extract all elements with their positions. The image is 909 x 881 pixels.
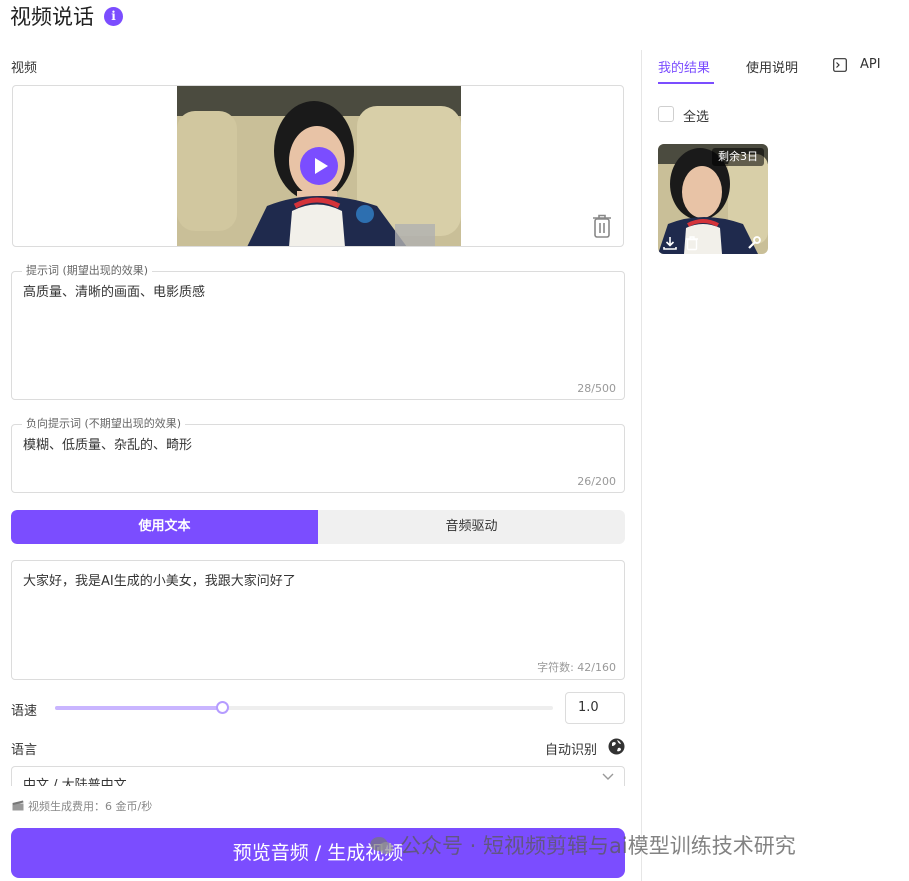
select-all-label[interactable]: 全选 [683, 106, 709, 125]
cost-note: 视频生成费用：6 金币/秒 [12, 798, 152, 814]
prompt-field[interactable]: 提示词 (期望出现的效果) 高质量、清晰的画面、电影质感 28/500 [11, 264, 625, 400]
auto-detect-label[interactable]: 自动识别 [545, 739, 597, 758]
expiry-badge: 剩余3日 [712, 148, 764, 166]
speed-label: 语速 [11, 704, 38, 719]
play-button[interactable] [300, 147, 338, 185]
negative-prompt-field[interactable]: 负向提示词 (不期望出现的效果) 模糊、低质量、杂乱的、畸形 26/200 [11, 417, 625, 493]
language-label: 语言 [11, 743, 38, 758]
active-tab-indicator [658, 82, 714, 84]
tab-use-text[interactable]: 使用文本 [11, 510, 318, 544]
language-select[interactable]: 中文 / 大陆普中文 [11, 766, 625, 786]
prompt-legend: 提示词 (期望出现的效果) [22, 264, 153, 278]
speed-slider-thumb[interactable] [215, 701, 229, 714]
terminal-icon [833, 58, 847, 72]
select-all-checkbox[interactable] [658, 106, 674, 122]
delete-video-button[interactable] [590, 213, 614, 239]
speed-slider-fill [55, 706, 222, 710]
tab-instructions[interactable]: 使用说明 [746, 57, 798, 76]
watermark-text: 公众号 · 短视频剪辑与ai模型训练技术研究 [400, 834, 796, 858]
tab-api[interactable]: API [860, 57, 881, 72]
language-select-value: 中文 / 大陆普中文 [23, 778, 127, 786]
page-title: 视频说话 [10, 5, 94, 29]
speech-text-value[interactable]: 大家好，我是AI生成的小美女，我跟大家问好了 [23, 570, 296, 589]
negative-prompt-counter: 26/200 [577, 475, 616, 488]
clapper-icon [12, 800, 24, 811]
prompt-counter: 28/500 [577, 382, 616, 395]
card-actions [658, 232, 768, 254]
chevron-down-icon [602, 773, 614, 780]
negative-prompt-legend: 负向提示词 (不期望出现的效果) [22, 417, 186, 431]
video-label: 视频 [11, 61, 38, 76]
result-card[interactable]: 剩余3日 [658, 144, 768, 254]
video-upload-box[interactable] [12, 85, 624, 247]
tab-my-results[interactable]: 我的结果 [658, 57, 710, 76]
download-icon[interactable] [662, 235, 678, 251]
panel-divider [641, 50, 642, 881]
info-icon[interactable]: i [104, 7, 123, 26]
trash-icon[interactable] [684, 235, 700, 251]
globe-icon[interactable] [608, 738, 625, 755]
wechat-icon [370, 837, 393, 854]
speech-text-counter: 字符数: 42/160 [537, 661, 616, 674]
speech-text-field[interactable]: 大家好，我是AI生成的小美女，我跟大家问好了 字符数: 42/160 [11, 560, 625, 680]
prompt-value[interactable]: 高质量、清晰的画面、电影质感 [23, 281, 205, 300]
play-icon [315, 158, 328, 174]
watermark: 公众号 · 短视频剪辑与ai模型训练技术研究 [370, 830, 796, 860]
tab-audio-driven[interactable]: 音频驱动 [318, 510, 625, 544]
wrench-icon[interactable] [746, 235, 762, 251]
mode-switch: 使用文本 音频驱动 [11, 510, 625, 544]
trash-icon [593, 214, 611, 238]
speed-slider[interactable] [55, 701, 553, 714]
speed-input[interactable]: 1.0 [565, 692, 625, 724]
cost-text: 视频生成费用：6 金币/秒 [28, 800, 153, 813]
negative-prompt-value[interactable]: 模糊、低质量、杂乱的、畸形 [23, 434, 192, 453]
